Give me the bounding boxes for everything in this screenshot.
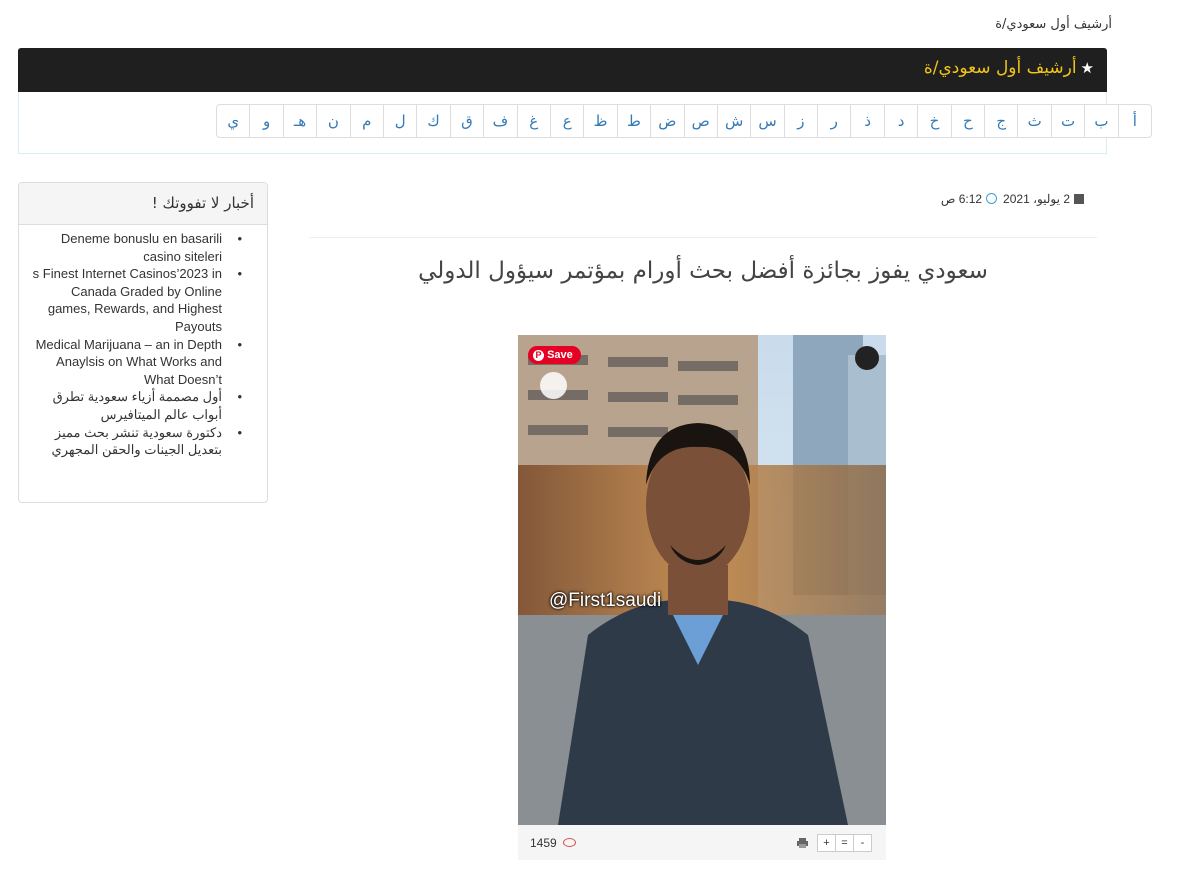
sidebar-news-widget: أخبار لا تفووتك ! • Deneme bonuslu en bas… xyxy=(18,182,268,503)
print-icon[interactable] xyxy=(797,838,808,848)
letter-link[interactable]: ظ xyxy=(583,104,618,138)
sidebar-title: أخبار لا تفووتك ! xyxy=(151,194,254,212)
news-link[interactable]: Deneme bonuslu en basarili casino sitele… xyxy=(61,231,222,264)
letter-link[interactable]: ر xyxy=(817,104,852,138)
clock-icon xyxy=(986,193,998,204)
letter-link[interactable]: د xyxy=(883,104,919,138)
letter-link[interactable]: هـ xyxy=(282,104,318,138)
zoom-search-icon[interactable] xyxy=(855,346,879,370)
article-title: سعودي يفوز بجائزة أفضل بحث أورام بمؤتمر … xyxy=(418,258,988,284)
article-time: 6:12 ص xyxy=(940,192,983,206)
news-link[interactable]: Medical Marijuana – an in Depth Anaylsis… xyxy=(36,337,222,387)
letter-link[interactable]: ض xyxy=(650,104,685,138)
news-list-item[interactable]: • أول مصممة أزياء سعودية تطرق أبواب عالم … xyxy=(19,388,267,423)
archive-panel-title: ★أرشيف أول سعودي/ة xyxy=(924,58,1094,78)
letter-link[interactable]: ث xyxy=(1017,104,1052,138)
image-watermark: @First1saudi xyxy=(549,590,662,611)
font-size-button[interactable]: + xyxy=(817,834,836,852)
breadcrumb[interactable]: أرشيف أول سعودي/ة xyxy=(995,17,1112,32)
letter-link[interactable]: خ xyxy=(917,104,952,138)
letter-link[interactable]: و xyxy=(249,104,284,138)
letter-link[interactable]: ج xyxy=(984,104,1019,138)
letter-link[interactable]: ت xyxy=(1050,104,1086,138)
letter-link[interactable]: ل xyxy=(383,104,418,138)
sidebar-header: أخبار لا تفووتك ! xyxy=(19,183,267,225)
calendar-icon xyxy=(1074,194,1084,204)
bullet-icon: • xyxy=(237,231,242,246)
pinterest-save-button[interactable]: P Save xyxy=(528,346,581,364)
letter-link[interactable]: ق xyxy=(449,104,485,138)
save-label: Save xyxy=(547,349,573,361)
letter-link[interactable]: ز xyxy=(783,104,819,138)
bullet-icon: • xyxy=(237,424,242,440)
letter-link[interactable]: ف xyxy=(483,104,518,138)
font-size-controls: + = - xyxy=(817,834,872,852)
article-date: 2 يوليو، 2021 xyxy=(1003,192,1070,206)
letter-link[interactable]: ب xyxy=(1084,104,1119,138)
news-link[interactable]: أول مصممة أزياء سعودية تطرق أبواب عالم ا… xyxy=(53,389,222,422)
letter-link[interactable]: غ xyxy=(516,104,551,138)
star-icon: ★ xyxy=(1080,59,1094,77)
letter-link[interactable]: ذ xyxy=(850,104,885,138)
letter-link[interactable]: ك xyxy=(416,104,451,138)
bullet-icon: • xyxy=(237,389,242,405)
letter-link[interactable]: م xyxy=(349,104,385,138)
view-count-value: 1459 xyxy=(530,836,557,850)
news-list-item[interactable]: • دكتورة سعودية تنشر بحث مميز بتعديل الجي… xyxy=(19,424,267,459)
letter-link[interactable]: ص xyxy=(683,104,718,138)
alphabet-pagination: أ ب ت ث ج ح خ د ذ ر ز س ش ص ض ط ظ ع غ ف ق ك ل م ن هـ و ي xyxy=(216,104,1152,138)
news-link[interactable]: s Finest Internet Casinos’2023 in Canada… xyxy=(33,266,222,334)
pinterest-icon: P xyxy=(533,350,544,361)
article-image xyxy=(518,335,886,825)
lens-icon[interactable] xyxy=(540,372,567,399)
letter-link[interactable]: ي xyxy=(216,104,251,138)
bullet-icon: • xyxy=(237,336,242,352)
news-list-item[interactable]: • s Finest Internet Casinos’2023 in Canad… xyxy=(19,265,267,335)
font-size-button[interactable]: = xyxy=(835,834,854,852)
view-count: 1459 xyxy=(530,836,577,850)
bullet-icon: • xyxy=(237,266,242,282)
letter-link[interactable]: ط xyxy=(616,104,652,138)
archive-panel-title-text: أرشيف أول سعودي/ة xyxy=(923,58,1077,78)
letter-link[interactable]: ن xyxy=(316,104,351,138)
letter-link[interactable]: س xyxy=(750,104,785,138)
letter-link[interactable]: ش xyxy=(716,104,752,138)
eye-icon xyxy=(563,838,577,847)
letter-link[interactable]: ع xyxy=(549,104,585,138)
divider xyxy=(309,237,1097,238)
letter-link[interactable]: ح xyxy=(950,104,986,138)
news-list: • Deneme bonuslu en basarili casino sitel… xyxy=(19,230,267,459)
news-link[interactable]: دكتورة سعودية تنشر بحث مميز بتعديل الجين… xyxy=(52,425,222,458)
letter-link[interactable]: أ xyxy=(1117,104,1152,138)
news-list-item[interactable]: • Medical Marijuana – an in Depth Anaylsi… xyxy=(19,336,267,389)
news-list-item[interactable]: • Deneme bonuslu en basarili casino sitel… xyxy=(19,230,267,265)
archive-panel-header: ★أرشيف أول سعودي/ة xyxy=(18,48,1107,92)
font-size-button[interactable]: - xyxy=(853,834,872,852)
article-meta: 2 يوليو، 2021 6:12 ص xyxy=(941,192,1084,206)
